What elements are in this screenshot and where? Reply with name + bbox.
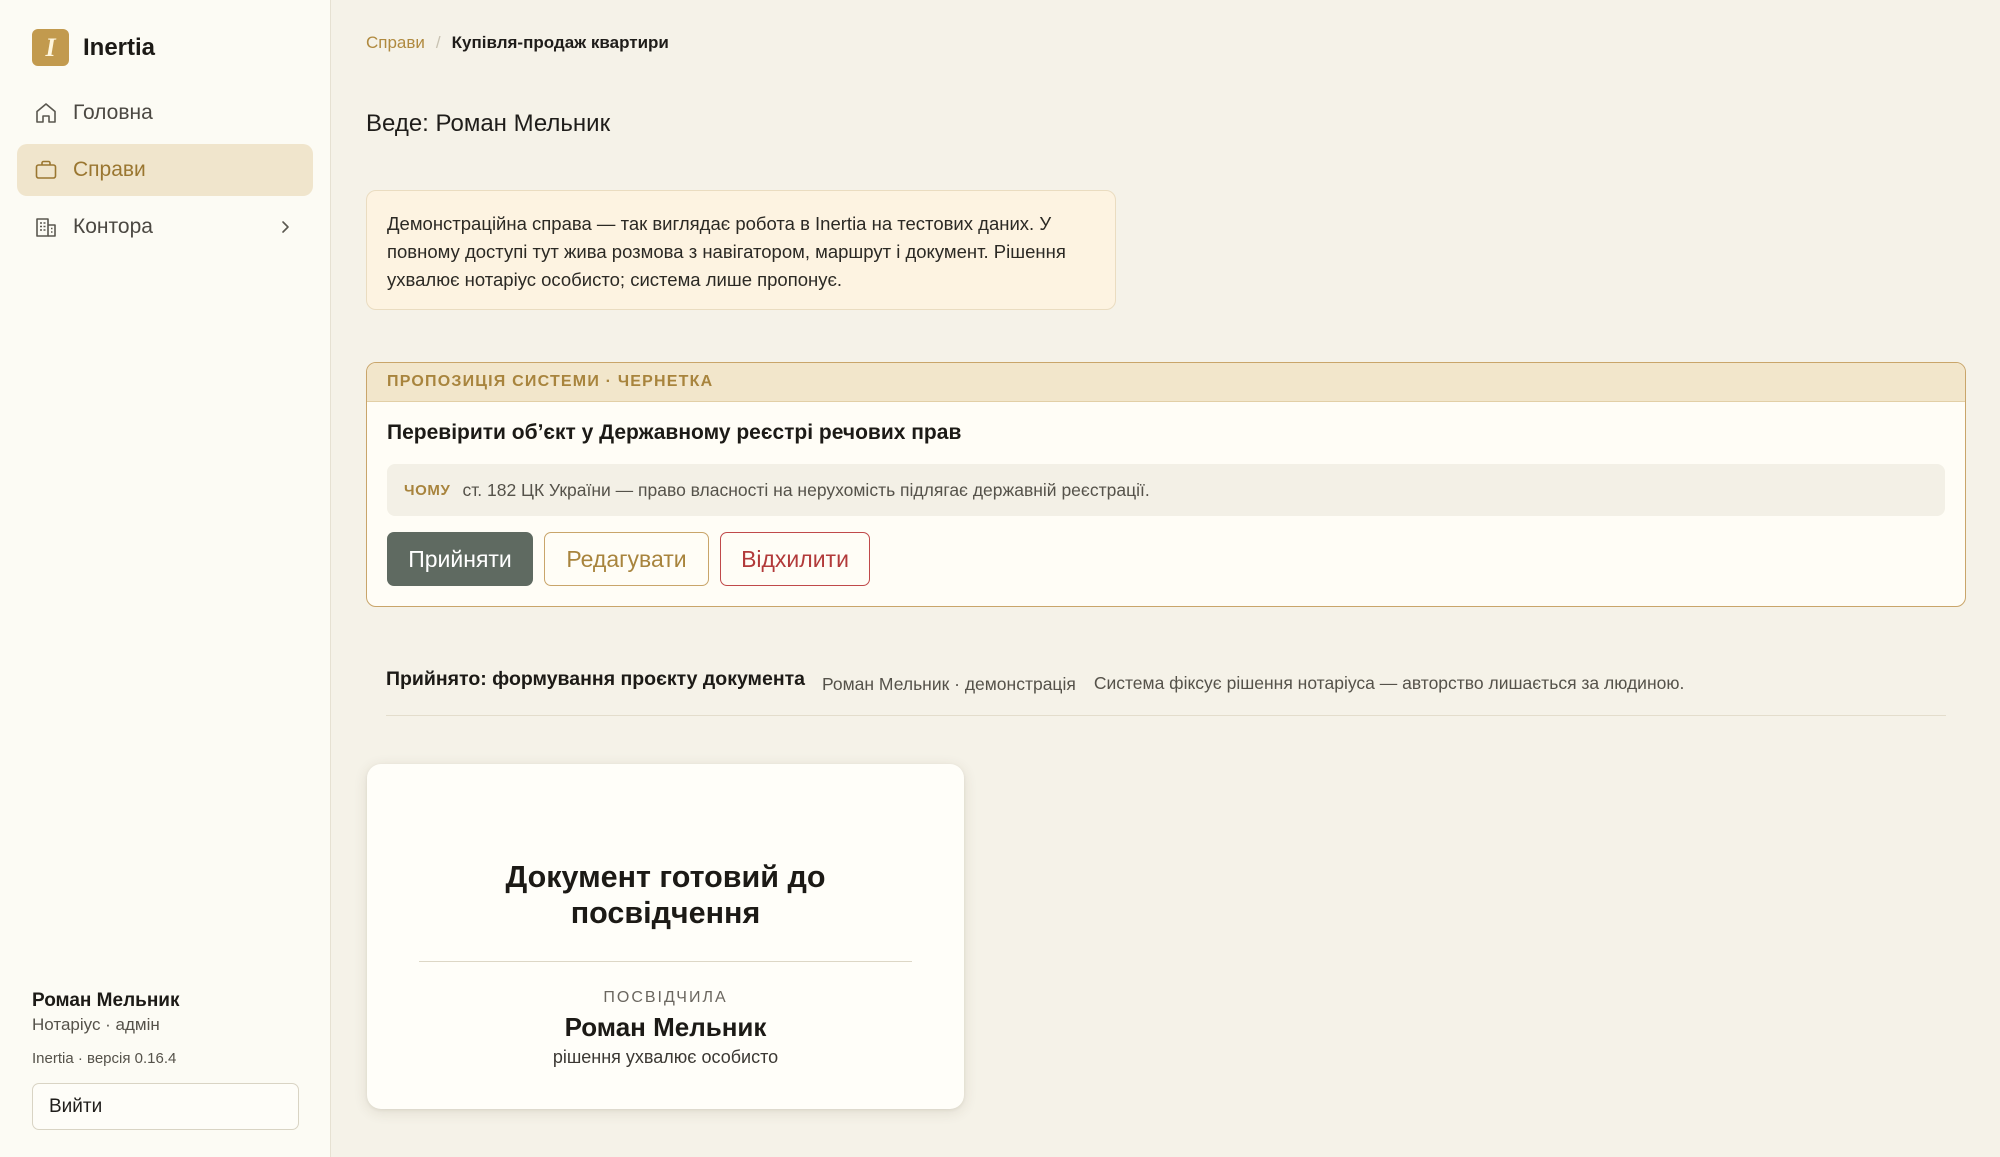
app-version: Inertia · версія 0.16.4	[32, 1050, 177, 1067]
reject-button[interactable]: Відхилити	[720, 532, 870, 586]
breadcrumb: Справи / Купівля-продаж квартири	[366, 33, 669, 53]
reason-text: ст. 182 ЦК України — право власності на …	[462, 479, 1150, 500]
certified-by-label: ПОСВІДЧИЛА	[603, 989, 728, 1006]
accept-button[interactable]: Прийняти	[387, 532, 533, 586]
proposal-title: Перевірити обʼєкт у Державному реєстрі р…	[387, 421, 962, 444]
sidebar-item-label: Справи	[73, 158, 146, 181]
case-lead: Веде: Роман Мельник	[366, 110, 611, 137]
building-icon	[33, 215, 58, 240]
app-logo-icon: I	[32, 29, 69, 66]
decision-title: Прийнято: формування проєкту документа	[386, 668, 805, 690]
proposal-header: ПРОПОЗИЦІЯ СИСТЕМИ · ЧЕРНЕТКА	[367, 363, 1965, 402]
system-proposal-card: ПРОПОЗИЦІЯ СИСТЕМИ · ЧЕРНЕТКА Перевірити…	[366, 362, 1966, 607]
reason-label: ЧОМУ	[404, 481, 451, 499]
sidebar-item-label: Головна	[73, 101, 153, 124]
demo-notice: Демонстраційна справа — так виглядає роб…	[366, 190, 1116, 310]
document-status-title: Документ готовий до посвідчення	[367, 859, 964, 931]
document-ready-card: Документ готовий до посвідчення ПОСВІДЧИ…	[367, 764, 964, 1109]
brand[interactable]: I Inertia	[32, 29, 155, 66]
chevron-right-icon	[275, 217, 295, 237]
sidebar-item-cases[interactable]: Справи	[17, 144, 313, 196]
home-icon	[33, 101, 58, 126]
certified-by-name: Роман Мельник	[564, 1012, 767, 1042]
proposal-reason: ЧОМУ ст. 182 ЦК України — право власност…	[387, 464, 1945, 516]
user-name: Роман Мельник	[32, 990, 180, 1011]
sidebar-item-office[interactable]: Контора	[17, 201, 313, 253]
briefcase-icon	[33, 158, 58, 183]
proposal-actions: Прийняти Редагувати Відхилити	[387, 532, 881, 586]
sidebar-item-home[interactable]: Головна	[17, 87, 313, 139]
breadcrumb-link-cases[interactable]: Справи	[366, 33, 425, 53]
decision-note: Система фіксує рішення нотаріуса — автор…	[1093, 673, 1685, 693]
logout-button[interactable]: Вийти	[32, 1083, 299, 1130]
sidebar-nav: Головна Справи Контора	[17, 87, 313, 258]
edit-button[interactable]: Редагувати	[544, 532, 709, 586]
user-role: Нотаріус · адмін	[32, 1015, 160, 1034]
document-title-line2: посвідчення	[570, 896, 761, 930]
certified-by-note: рішення ухвалює особисто	[552, 1047, 779, 1067]
breadcrumb-separator: /	[435, 33, 441, 52]
sidebar-item-label: Контора	[73, 215, 153, 238]
breadcrumb-current: Купівля-продаж квартири	[451, 33, 669, 52]
sidebar: I Inertia Головна Справи Контора Роман М…	[0, 0, 331, 1157]
decision-log-entry: Прийнято: формування проєкту документа Р…	[386, 668, 1946, 716]
decision-meta: Роман Мельник · демонстрація	[822, 674, 1076, 694]
divider	[419, 961, 912, 962]
document-title-line1: Документ готовий до	[505, 860, 826, 894]
user-info: Роман Мельник Нотаріус · адмін	[32, 990, 180, 1035]
app-name: Inertia	[83, 33, 156, 61]
